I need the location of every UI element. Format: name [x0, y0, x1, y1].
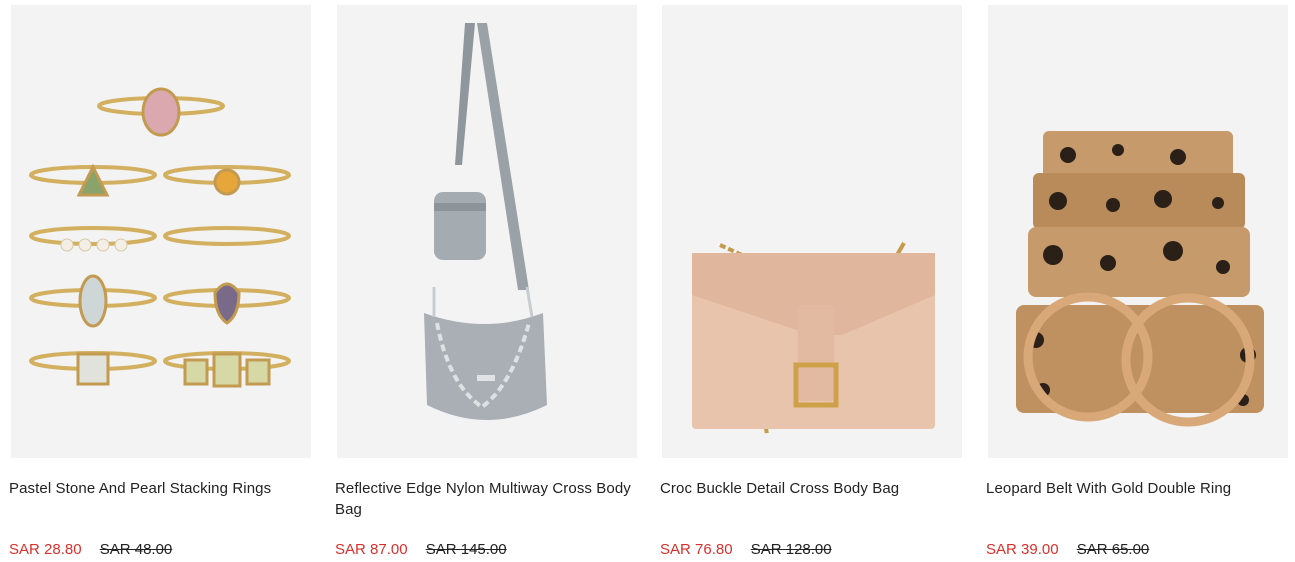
grey-bag-illustration — [424, 23, 547, 420]
price-row: SAR 76.80 SAR 128.00 — [660, 540, 832, 560]
product-card: Croc Buckle Detail Cross Body Bag SAR 76… — [660, 0, 964, 562]
product-card: Reflective Edge Nylon Multiway Cross Bod… — [335, 0, 639, 562]
product-title[interactable]: Reflective Edge Nylon Multiway Cross Bod… — [335, 478, 635, 520]
original-price: SAR 128.00 — [750, 541, 832, 558]
original-price: SAR 145.00 — [425, 541, 507, 558]
price-row: SAR 28.80 SAR 48.00 — [9, 540, 172, 560]
original-price: SAR 48.00 — [99, 541, 173, 558]
sale-price: SAR 28.80 — [9, 541, 82, 558]
product-image-rings[interactable] — [11, 5, 311, 458]
sale-price: SAR 87.00 — [335, 541, 408, 558]
product-title[interactable]: Croc Buckle Detail Cross Body Bag — [660, 478, 960, 499]
product-title[interactable]: Pastel Stone And Pearl Stacking Rings — [9, 478, 309, 499]
product-title[interactable]: Leopard Belt With Gold Double Ring — [986, 478, 1286, 499]
sale-price: SAR 39.00 — [986, 541, 1059, 558]
product-image-grey-bag[interactable] — [337, 5, 637, 458]
price-row: SAR 87.00 SAR 145.00 — [335, 540, 507, 560]
rings-illustration — [29, 87, 291, 388]
product-image-leopard-belt[interactable] — [988, 5, 1288, 458]
pink-bag-illustration — [692, 241, 935, 436]
sale-price: SAR 76.80 — [660, 541, 733, 558]
product-card: Pastel Stone And Pearl Stacking Rings SA… — [9, 0, 313, 562]
leopard-belt-illustration — [1016, 131, 1264, 427]
product-card: Leopard Belt With Gold Double Ring SAR 3… — [986, 0, 1290, 562]
product-grid: Pastel Stone And Pearl Stacking Rings SA… — [0, 0, 1295, 562]
original-price: SAR 65.00 — [1076, 541, 1150, 558]
price-row: SAR 39.00 SAR 65.00 — [986, 540, 1149, 560]
product-image-pink-bag[interactable] — [662, 5, 962, 458]
